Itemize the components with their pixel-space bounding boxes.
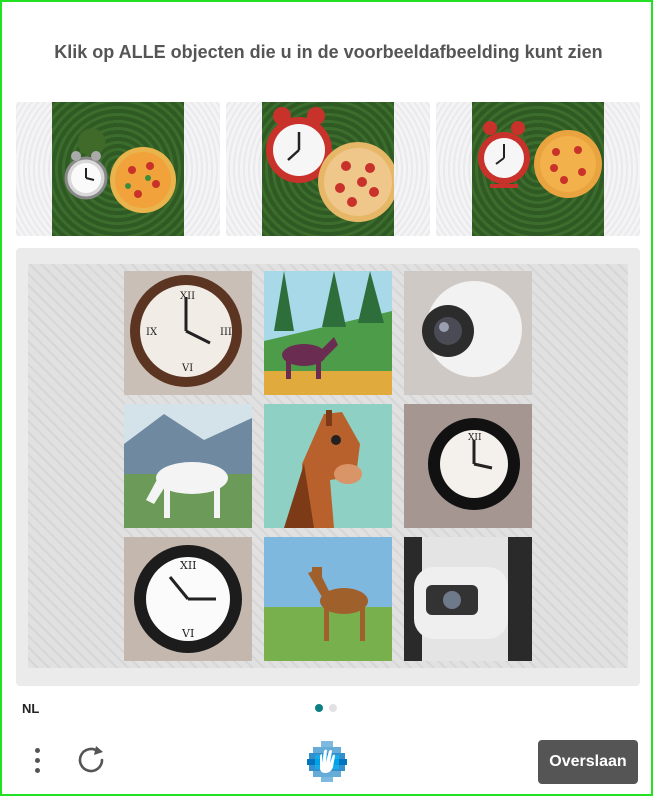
example-image-3 [436, 102, 640, 236]
grid-tile-horse-1[interactable] [264, 271, 392, 395]
grid-tile-horse-3[interactable] [264, 404, 392, 528]
skip-button[interactable]: Overslaan [538, 740, 638, 784]
grid-tile-horse-4[interactable] [264, 537, 392, 661]
grid-tile-camera-1[interactable] [404, 271, 532, 395]
grid-tile-camera-2[interactable] [404, 537, 532, 661]
image-grid: XII VI IX III XII XII VI [28, 264, 628, 668]
refresh-icon[interactable] [74, 742, 110, 778]
grid-tile-clock-2[interactable]: XII [404, 404, 532, 528]
svg-text:IX: IX [146, 327, 158, 338]
svg-text:III: III [220, 327, 232, 338]
more-vertical-icon[interactable] [26, 742, 48, 778]
grid-tile-clock-3[interactable]: XII VI [124, 537, 252, 661]
grid-tile-horse-2[interactable] [124, 404, 252, 528]
example-image-2 [226, 102, 430, 236]
page-dot [329, 704, 337, 712]
svg-text:XII: XII [468, 433, 482, 443]
grid-tile-clock-1[interactable]: XII VI IX III [124, 271, 252, 395]
svg-text:XII: XII [180, 291, 195, 302]
hcaptcha-logo-icon [305, 739, 349, 783]
svg-text:VI: VI [181, 363, 193, 374]
example-image-1 [16, 102, 220, 236]
challenge-prompt: Klik op ALLE objecten die u in de voorbe… [54, 42, 603, 62]
svg-text:VI: VI [181, 627, 194, 640]
language-selector[interactable]: NL [22, 701, 39, 716]
svg-text:XII: XII [180, 559, 197, 572]
page-dot-active [315, 704, 323, 712]
page-indicator [315, 704, 337, 712]
example-images [16, 102, 640, 236]
captcha-frame: Klik op ALLE objecten die u in de voorbe… [0, 0, 653, 796]
challenge-panel: XII VI IX III XII XII VI [16, 248, 640, 686]
